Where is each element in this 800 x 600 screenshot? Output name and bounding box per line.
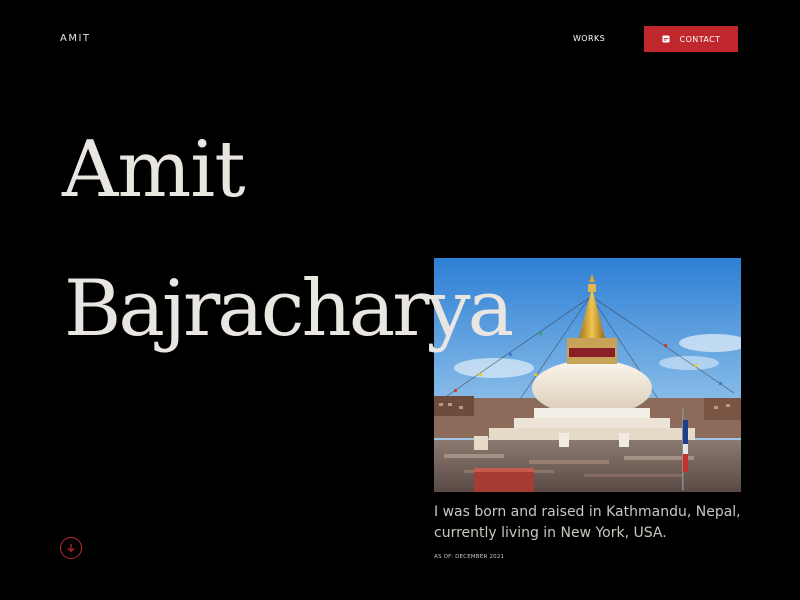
bio-text: I was born and raised in Kathmandu, Nepa… (434, 504, 741, 541)
hero-name-last: Bajracharya (64, 264, 514, 354)
brand-logo[interactable]: AMIT (60, 33, 91, 44)
mail-icon (662, 35, 670, 43)
scroll-down-button[interactable] (60, 537, 82, 559)
nav-works-link[interactable]: WORKS (573, 34, 605, 43)
arrow-down-icon (66, 541, 76, 556)
contact-button[interactable]: CONTACT (644, 26, 738, 52)
contact-button-label: CONTACT (679, 34, 721, 44)
as-of-date: AS OF: DECEMBER 2021 (434, 554, 505, 560)
hero-name-first: Amit (62, 125, 246, 215)
